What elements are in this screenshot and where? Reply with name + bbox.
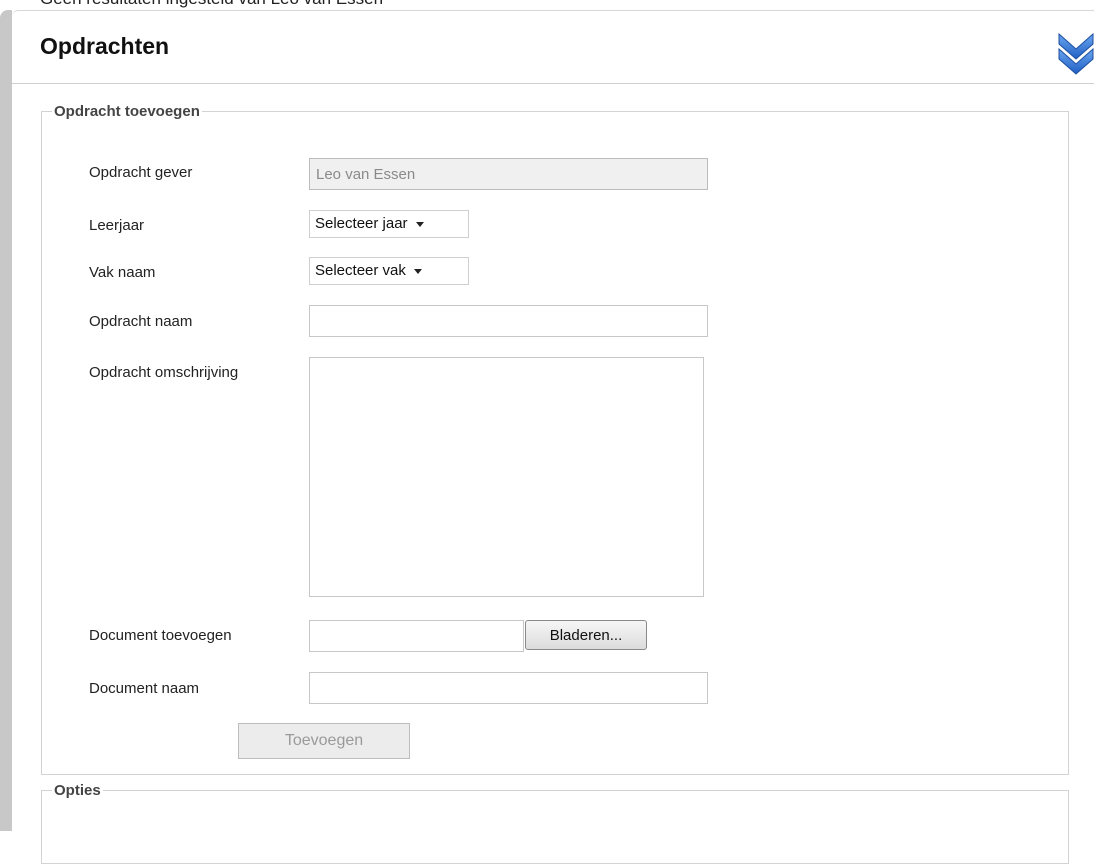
assignment-description-label: Opdracht omschrijving (89, 364, 239, 381)
school-year-select[interactable]: Selecteer jaar (309, 210, 469, 238)
school-year-label: Leerjaar (89, 217, 145, 234)
assignment-name-input[interactable] (309, 305, 708, 337)
assignment-giver-field (309, 158, 708, 190)
subject-label: Vak naam (89, 264, 156, 281)
double-chevron-down-icon[interactable] (1056, 31, 1094, 77)
school-year-selected: Selecteer jaar (315, 215, 408, 232)
options-section: Opties (41, 782, 1069, 864)
document-name-label: Document naam (89, 680, 200, 697)
page-title: Opdrachten (40, 33, 170, 59)
document-name-input[interactable] (309, 672, 708, 704)
panel-header: Opdrachten (12, 11, 1094, 84)
page-left-border (0, 10, 12, 831)
subject-selected: Selecteer vak (315, 262, 406, 279)
add-document-label: Document toevoegen (89, 627, 232, 644)
options-legend: Opties (54, 782, 101, 799)
page-top-fragment: Geen resultaten ingesteld van Leo van Es… (40, 0, 383, 9)
add-assignment-legend: Opdracht toevoegen (54, 103, 200, 120)
add-button[interactable]: Toevoegen (238, 723, 410, 759)
caret-down-icon (413, 268, 422, 274)
assignment-name-label: Opdracht naam (89, 313, 193, 330)
assignment-description-textarea[interactable] (309, 357, 704, 597)
caret-down-icon (415, 221, 424, 227)
assignment-giver-label: Opdracht gever (89, 164, 193, 181)
browse-button[interactable]: Bladeren... (525, 620, 647, 650)
subject-select[interactable]: Selecteer vak (309, 257, 469, 285)
assignments-panel: Opdrachten Opdracht toevoegen Opdracht g… (12, 10, 1094, 864)
file-path-field[interactable] (309, 620, 524, 652)
